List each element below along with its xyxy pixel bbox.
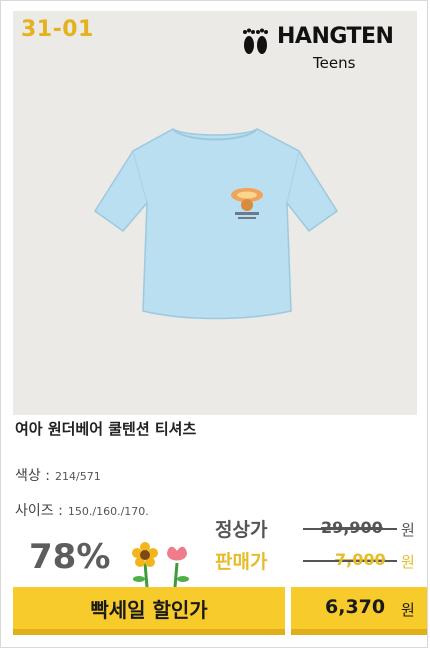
list-price-currency: 원 [401,553,415,571]
product-code-badge: 31-01 [21,17,94,42]
discount-rate: 78% [29,537,111,577]
color-info: 색상 : 214/571 [15,465,101,485]
sale-label: 빡세일 할인가 [90,598,208,622]
sale-price-bar[interactable]: 6,370 원 [291,587,427,629]
tshirt-image [93,128,339,320]
regular-price-currency: 원 [401,521,415,539]
sale-label-bar[interactable]: 빡세일 할인가 [13,587,285,629]
flower-icon [132,542,189,588]
size-value: 150./160./170. [67,505,149,518]
size-info: 사이즈 : 150./160./170. [15,500,149,520]
brand-logo: HANGTEN Teens [237,21,407,81]
brand-subline: Teens [313,54,356,72]
brand-name: HANGTEN [277,24,394,49]
list-price-label: 판매가 [215,551,268,573]
sale-price: 6,370 [325,596,386,618]
color-label: 색상 : [15,468,50,484]
product-card[interactable]: 31-01 HANGTEN Teens 여아 원더베어 쿨텐션 티셔츠 색상:… [0,0,428,648]
regular-price: 29,900 [321,518,383,537]
footprint-icon [243,28,268,54]
regular-price-label: 정상가 [215,519,268,541]
sale-price-bar-shadow [291,629,427,635]
list-price: 7,000 [335,550,386,569]
product-title[interactable]: 여아 원더베어 쿨텐션 티셔츠 [15,418,196,439]
sale-label-bar-shadow [13,629,285,635]
product-image[interactable]: 31-01 HANGTEN Teens [13,11,417,415]
size-label: 사이즈 : [15,503,63,519]
sale-price-currency: 원 [401,601,415,619]
color-value: 214/571 [55,470,101,483]
